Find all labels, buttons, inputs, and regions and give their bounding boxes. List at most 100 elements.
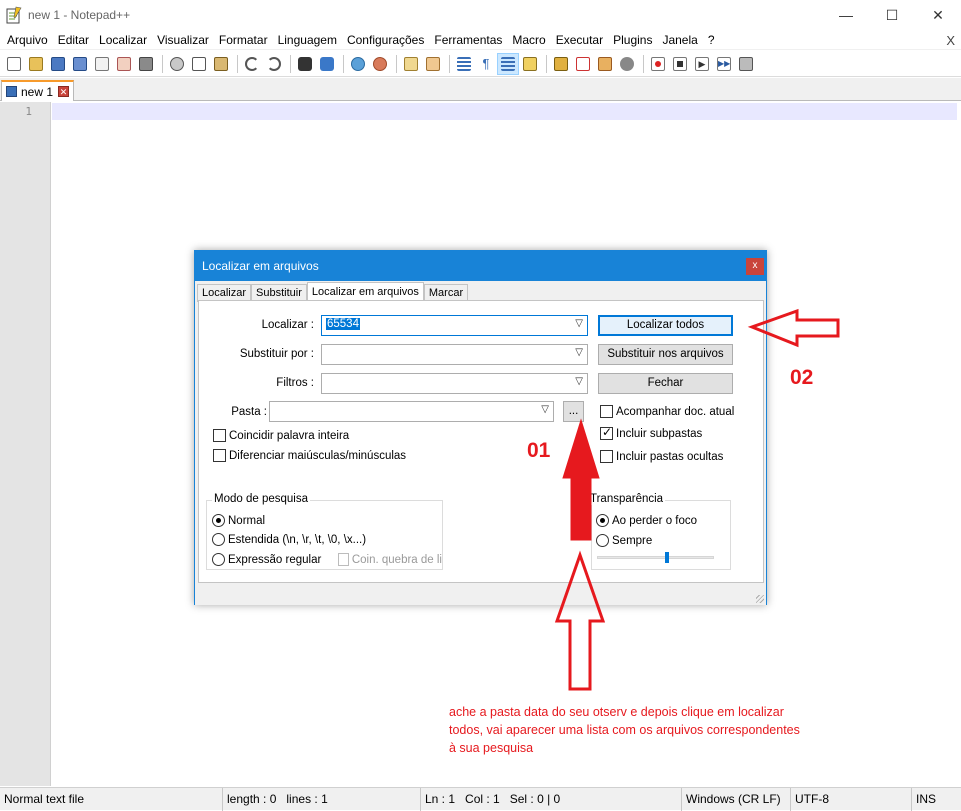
follow-current-doc-checkbox[interactable]: Acompanhar doc. atual (600, 405, 734, 418)
save-all-icon[interactable] (70, 54, 90, 74)
maximize-button[interactable]: ☐ (869, 0, 915, 31)
menu-arquivo[interactable]: Arquivo (2, 31, 53, 50)
radio-dot[interactable] (212, 553, 225, 566)
folder-workspace-icon[interactable] (595, 54, 615, 74)
close-icon[interactable] (92, 54, 112, 74)
tab-new-1[interactable]: new 1 ✕ (1, 80, 75, 101)
radio-dot[interactable] (596, 534, 609, 547)
menu-ferramentas[interactable]: Ferramentas (429, 31, 507, 50)
close-document-button[interactable]: X (946, 33, 955, 48)
find-label: Localizar : (261, 319, 314, 331)
menu-macro[interactable]: Macro (507, 31, 550, 50)
sync-horizontal-icon[interactable] (423, 54, 443, 74)
minimize-button[interactable]: — (823, 0, 869, 31)
chevron-down-icon[interactable]: ▽ (541, 404, 549, 415)
dialog-close-button[interactable]: x (746, 258, 764, 275)
redo-icon[interactable] (264, 54, 284, 74)
tab-localizar-em-arquivos[interactable]: Localizar em arquivos (306, 282, 424, 302)
replace-in-files-button[interactable]: Substituir nos arquivos (598, 344, 733, 365)
menu-formatar[interactable]: Formatar (214, 31, 273, 50)
radio-dot[interactable] (596, 514, 609, 527)
find-input[interactable]: 65534 ▽ (321, 315, 588, 336)
mode-regex-label: Expressão regular (228, 553, 322, 566)
zoom-in-icon[interactable] (348, 54, 368, 74)
checkbox-box[interactable] (600, 450, 613, 463)
menu-help[interactable]: ? (703, 31, 720, 50)
print-icon[interactable] (136, 54, 156, 74)
toolbar: ¶ ▶ ▶▶ (0, 51, 961, 77)
search-mode-legend: Modo de pesquisa (212, 493, 310, 505)
mode-normal-radio[interactable]: Normal (212, 514, 265, 527)
checkbox-box[interactable] (213, 449, 226, 462)
transparency-slider-track[interactable] (597, 556, 714, 559)
menu-plugins[interactable]: Plugins (608, 31, 657, 50)
status-eol[interactable]: Windows (CR LF) (681, 788, 790, 811)
undo-icon[interactable] (242, 54, 262, 74)
radio-dot[interactable] (212, 533, 225, 546)
close-window-button[interactable]: ✕ (915, 0, 961, 31)
menu-linguagem[interactable]: Linguagem (273, 31, 342, 50)
radio-dot[interactable] (212, 514, 225, 527)
include-hidden-checkbox[interactable]: Incluir pastas ocultas (600, 450, 723, 463)
find-icon[interactable] (295, 54, 315, 74)
copy-icon[interactable] (189, 54, 209, 74)
paste-icon[interactable] (211, 54, 231, 74)
toolbar-separator (396, 54, 397, 73)
resize-grip-icon[interactable] (756, 595, 764, 603)
close-all-icon[interactable] (114, 54, 134, 74)
mode-extended-radio[interactable]: Estendida (\n, \r, \t, \0, \x...) (212, 533, 366, 546)
new-file-icon[interactable] (4, 54, 24, 74)
menu-editar[interactable]: Editar (53, 31, 94, 50)
menu-localizar[interactable]: Localizar (94, 31, 152, 50)
transparency-on-focus-lost-radio[interactable]: Ao perder o foco (596, 514, 697, 527)
play-macro-icon[interactable]: ▶ (692, 54, 712, 74)
monitoring-icon[interactable] (617, 54, 637, 74)
record-macro-icon[interactable] (648, 54, 668, 74)
dialog-footer (195, 585, 766, 605)
save-macro-icon[interactable] (736, 54, 756, 74)
replace-icon[interactable] (317, 54, 337, 74)
match-whole-word-checkbox[interactable]: Coincidir palavra inteira (213, 429, 349, 442)
dot-newline-label: Coin. quebra de li (351, 553, 442, 566)
mode-regex-radio[interactable]: Expressão regular (212, 553, 321, 566)
menu-configuracoes[interactable]: Configurações (342, 31, 429, 50)
checkbox-box[interactable] (213, 429, 226, 442)
cut-icon[interactable] (167, 54, 187, 74)
show-all-chars-icon[interactable]: ¶ (476, 54, 496, 74)
word-wrap-icon[interactable] (454, 54, 474, 74)
zoom-out-icon[interactable] (370, 54, 390, 74)
dot-newline-checkbox[interactable]: Coin. quebra de li (338, 553, 442, 566)
run-macro-multiple-icon[interactable]: ▶▶ (714, 54, 734, 74)
checkbox-box[interactable] (338, 553, 349, 566)
user-language-icon[interactable] (520, 54, 540, 74)
folder-input[interactable]: ▽ (269, 401, 554, 422)
chevron-down-icon[interactable]: ▽ (575, 347, 583, 358)
function-list-icon[interactable] (573, 54, 593, 74)
document-map-icon[interactable] (551, 54, 571, 74)
dialog-titlebar[interactable]: Localizar em arquivos x (195, 251, 766, 281)
save-icon[interactable] (48, 54, 68, 74)
status-encoding[interactable]: UTF-8 (790, 788, 911, 811)
checkbox-box[interactable] (600, 405, 613, 418)
filters-input[interactable]: ▽ (321, 373, 588, 394)
transparency-always-radio[interactable]: Sempre (596, 534, 652, 547)
menu-executar[interactable]: Executar (551, 31, 608, 50)
include-subfolders-checkbox[interactable]: Incluir subpastas (600, 425, 702, 440)
match-case-checkbox[interactable]: Diferenciar maiúsculas/minúsculas (213, 449, 406, 462)
browse-folder-button[interactable]: ... (563, 401, 584, 422)
indent-guide-icon[interactable] (497, 52, 519, 75)
tab-close-icon[interactable]: ✕ (58, 86, 70, 97)
menu-visualizar[interactable]: Visualizar (152, 31, 214, 50)
chevron-down-icon[interactable]: ▽ (575, 318, 583, 329)
menu-janela[interactable]: Janela (657, 31, 702, 50)
close-dialog-button[interactable]: Fechar (598, 373, 733, 394)
stop-macro-icon[interactable] (670, 54, 690, 74)
chevron-down-icon[interactable]: ▽ (575, 376, 583, 387)
find-all-button[interactable]: Localizar todos (598, 315, 733, 336)
sync-vertical-icon[interactable] (401, 54, 421, 74)
open-file-icon[interactable] (26, 54, 46, 74)
replace-input[interactable]: ▽ (321, 344, 588, 365)
transparency-slider-thumb[interactable] (665, 552, 670, 563)
checkbox-box[interactable] (600, 425, 613, 440)
status-position: Ln : 1 Col : 1 Sel : 0 | 0 (420, 788, 681, 811)
